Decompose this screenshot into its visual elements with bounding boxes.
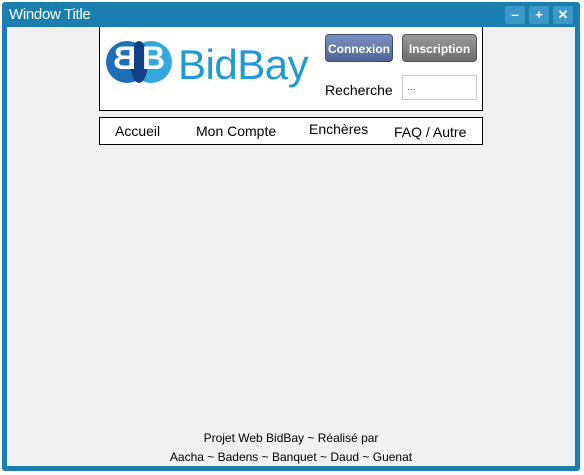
- login-button[interactable]: Connexion: [325, 34, 393, 62]
- window-content: B B BidBay Connexion Inscription Recherc…: [7, 27, 575, 466]
- nav-item-mon-compte[interactable]: Mon Compte: [196, 123, 276, 139]
- nav-item-encheres[interactable]: Enchères: [309, 121, 368, 137]
- nav-item-faq[interactable]: FAQ / Autre: [394, 124, 466, 140]
- site-header: B B BidBay Connexion Inscription Recherc…: [99, 27, 483, 111]
- logo-wordmark: BidBay: [178, 41, 309, 88]
- close-button[interactable]: ✕: [553, 6, 573, 24]
- footer-credits-line1: Projet Web BidBay ~ Réalisé par: [203, 431, 379, 445]
- title-bar[interactable]: Window Title – + ✕: [2, 2, 580, 27]
- signup-button[interactable]: Inscription: [402, 34, 477, 62]
- app-window: Window Title – + ✕ B B BidBay Connexion …: [2, 2, 580, 471]
- search-input[interactable]: [402, 75, 477, 100]
- search-label: Recherche: [325, 82, 393, 98]
- logo-letter-right: B: [142, 40, 166, 76]
- maximize-button[interactable]: +: [529, 6, 549, 24]
- window-title: Window Title: [9, 6, 91, 23]
- logo-letter-left: B: [113, 40, 137, 76]
- footer-credits-line2: Aacha ~ Badens ~ Banquet ~ Daud ~ Guenat: [169, 450, 413, 464]
- main-nav: Accueil Mon Compte Enchères FAQ / Autre: [99, 117, 483, 145]
- minimize-button[interactable]: –: [505, 6, 525, 24]
- nav-item-accueil[interactable]: Accueil: [115, 123, 160, 139]
